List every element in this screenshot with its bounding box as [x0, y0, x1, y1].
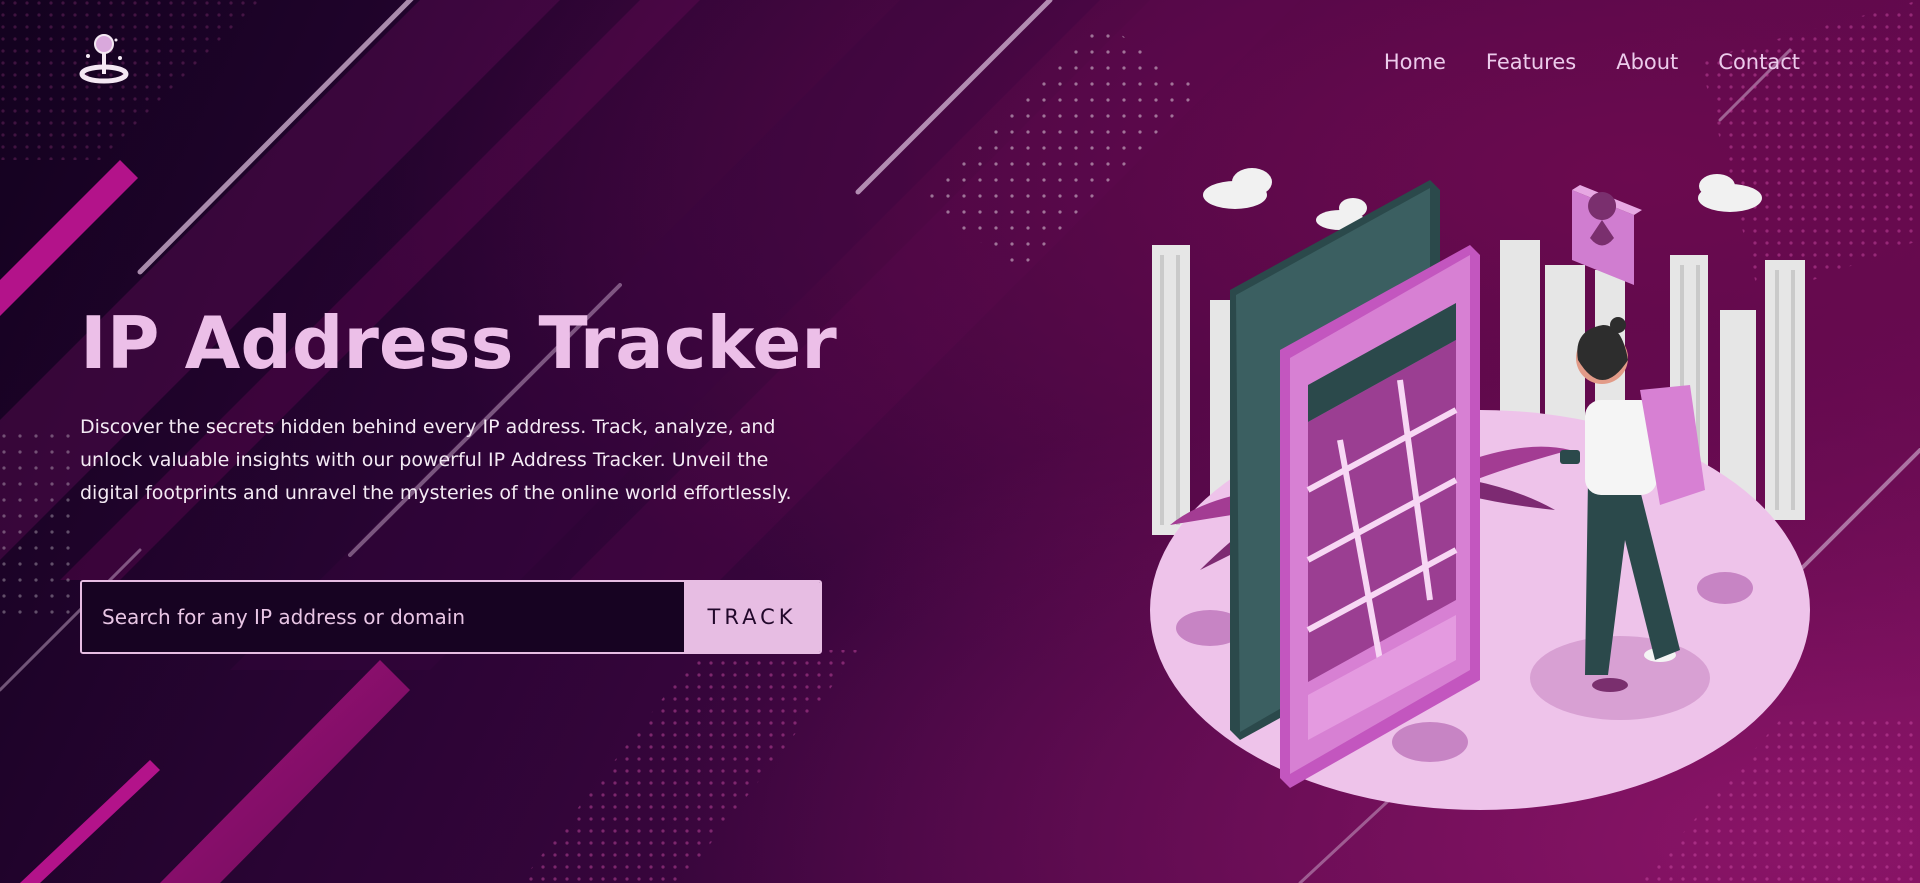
- nav-home[interactable]: Home: [1384, 47, 1446, 77]
- nav-contact[interactable]: Contact: [1718, 47, 1800, 77]
- search-input[interactable]: [82, 582, 684, 652]
- landing-page: Home Features About Contact IP Address T…: [0, 0, 1920, 883]
- search-bar: TRACK: [80, 580, 822, 654]
- main-nav: Home Features About Contact: [1384, 47, 1800, 77]
- nav-about[interactable]: About: [1616, 47, 1678, 77]
- hero-title: IP Address Tracker: [80, 301, 837, 385]
- nav-features[interactable]: Features: [1486, 47, 1576, 77]
- track-button[interactable]: TRACK: [684, 582, 820, 652]
- location-pin-icon[interactable]: [78, 34, 130, 86]
- hero-illustration: [1150, 168, 1810, 810]
- hero-description: Discover the secrets hidden behind every…: [80, 416, 792, 504]
